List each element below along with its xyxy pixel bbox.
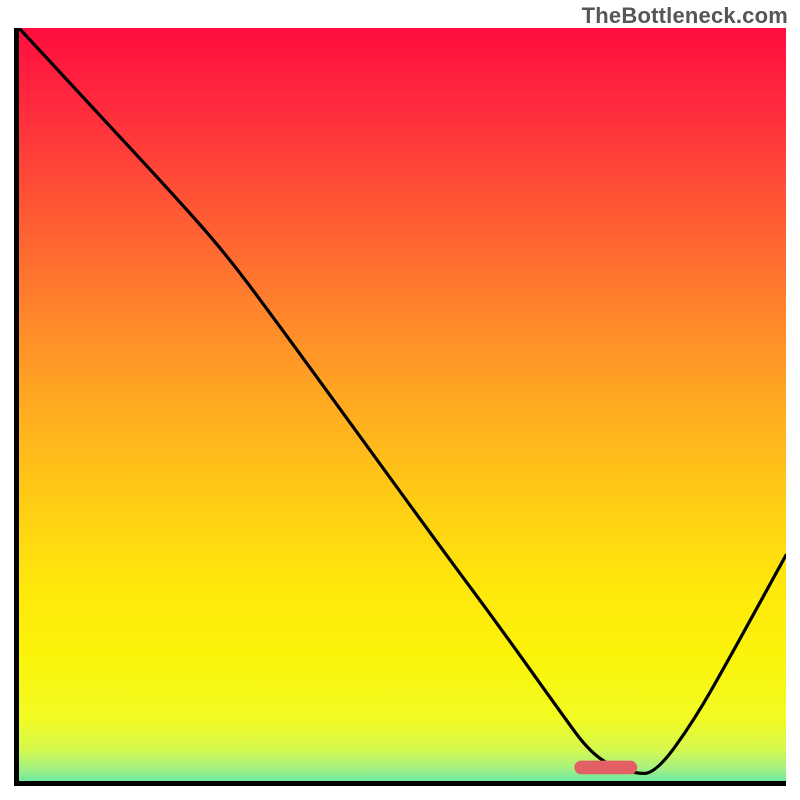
- bottleneck-curve-path: [19, 28, 786, 773]
- curve-layer: [19, 28, 786, 781]
- optimal-marker: [574, 761, 637, 775]
- bottleneck-chart: TheBottleneck.com: [0, 0, 800, 800]
- plot-area: [14, 28, 786, 786]
- watermark-text: TheBottleneck.com: [582, 3, 788, 29]
